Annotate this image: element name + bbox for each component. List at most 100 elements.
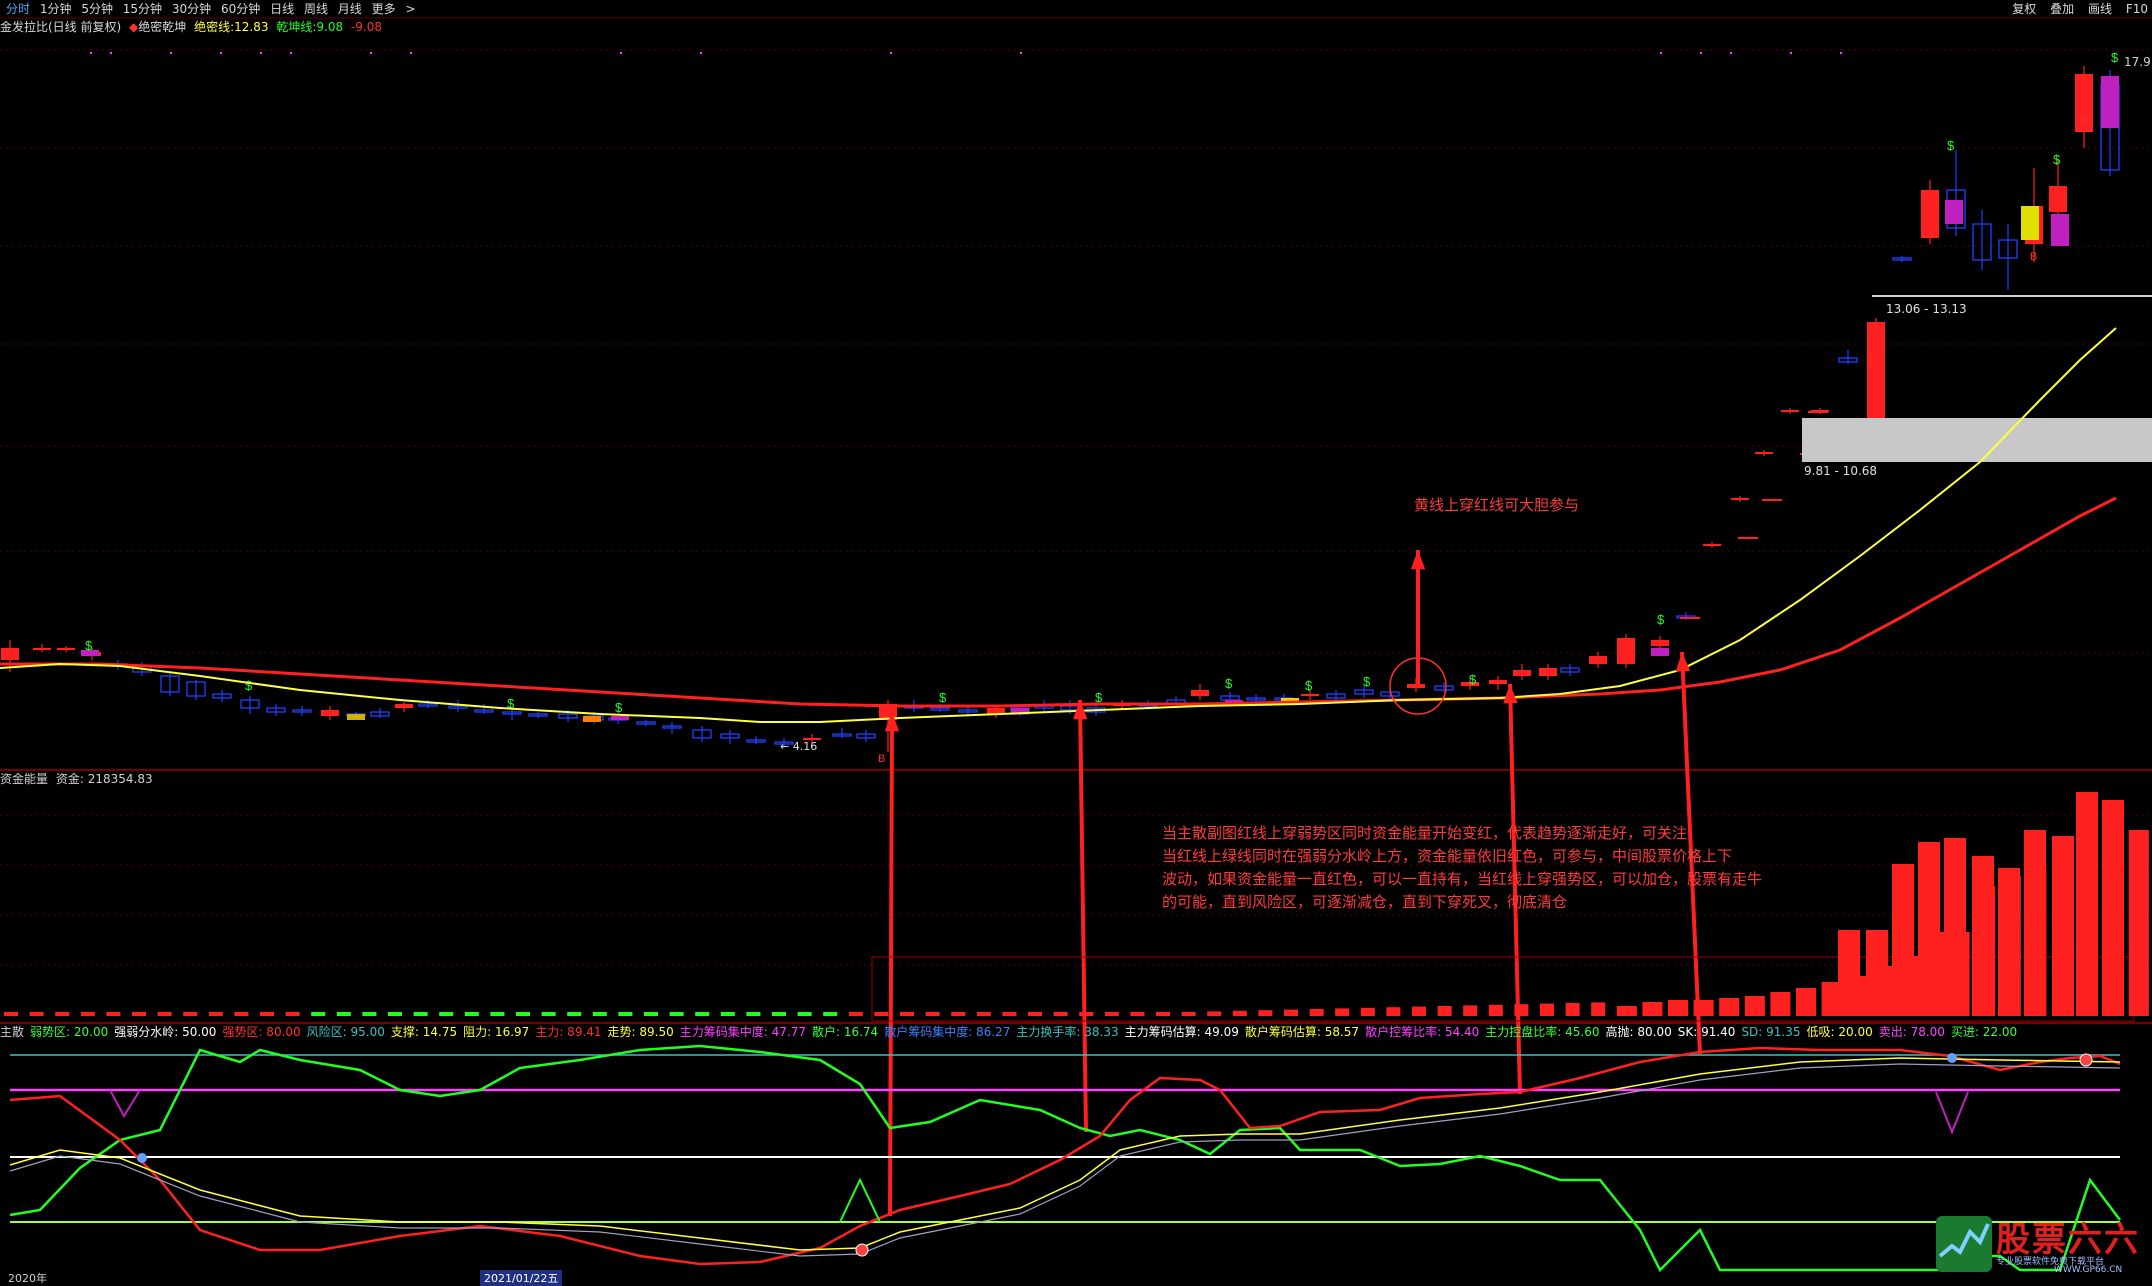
- buy-signal-marker: B: [2080, 115, 2087, 127]
- magenta-signal: [109, 1089, 141, 1119]
- buy-signal-marker: B: [2030, 251, 2037, 263]
- marker-dot: [90, 52, 92, 54]
- fund-bar: [772, 1012, 786, 1016]
- sell-signal-marker: $: [1225, 676, 1233, 691]
- annotation-line: 当红线上绿线同时在强弱分水岭上方，资金能量依旧红色，可参与，中间股票价格上下: [1162, 847, 1733, 865]
- arrowhead-icon: [1503, 684, 1518, 704]
- fund-bar: [1591, 1002, 1606, 1016]
- fund-bar: [464, 1012, 479, 1016]
- highlight-candle: [583, 716, 601, 722]
- fund-bar: [1796, 988, 1816, 1016]
- fund-bar: [1412, 1006, 1426, 1016]
- signal-dot-icon: [1947, 1053, 1957, 1063]
- fund-bar: [951, 1012, 966, 1016]
- annotation-arrow: [888, 711, 894, 1217]
- annotation-line: 当主散副图红线上穿弱势区同时资金能量开始变红，代表趋势逐渐走好，可关注: [1162, 824, 1688, 842]
- candle-body: [33, 648, 51, 650]
- fund-bar: [1565, 1003, 1580, 1016]
- indicator-values-row: 主散 弱势区: 20.00 强弱分水岭: 50.00 强势区: 80.00 风险区: 9…: [0, 1024, 2023, 1040]
- fund-bar: [1540, 1003, 1554, 1016]
- indicator-value: SD: 91.35: [1741, 1025, 1801, 1039]
- date-label-cursor: 2021/01/22五: [480, 1270, 563, 1286]
- indicator-value: 主力筹码集中度: 47.77: [679, 1025, 806, 1039]
- fund-bar: [132, 1012, 146, 1016]
- fund-bar: [669, 1012, 684, 1016]
- indicator-value: 主力控盘比率: 45.60: [1485, 1025, 1600, 1039]
- indicator-value: 主散: [0, 1025, 25, 1039]
- fund-title: 资金能量: [0, 772, 49, 786]
- candle-body: [1, 648, 19, 660]
- fund-bar: [234, 1012, 249, 1016]
- fund-bar: [362, 1012, 377, 1016]
- marker-dot: [110, 52, 112, 54]
- indicator-value: 散户控筹比率: 54.40: [1365, 1025, 1480, 1039]
- arrowhead-icon: [1410, 550, 1426, 570]
- candle-body: [321, 710, 339, 716]
- fund-bar: [208, 1012, 223, 1016]
- fund-bar: [311, 1012, 326, 1016]
- kline-chart-canvas[interactable]: $$$ $$ $$ $ $ $$$$$BBB: [0, 0, 2152, 1283]
- fund-bar-tall: [1972, 856, 1994, 1016]
- marker-dot: [220, 52, 222, 54]
- candle-body: [1731, 498, 1749, 500]
- indicator-value: 高抛: 80.00: [1605, 1025, 1672, 1039]
- indicator-value: 支撑: 14.75: [390, 1025, 458, 1039]
- fund-bar: [1104, 1012, 1119, 1016]
- fund-bar-tall: [1892, 864, 1914, 1016]
- candle-body: [2049, 186, 2067, 212]
- arrowhead-icon: [1675, 652, 1691, 672]
- annotation-paragraph: 当主散副图红线上穿弱势区同时资金能量开始变红，代表趋势逐渐走好，可关注 当红线上…: [1162, 822, 1812, 914]
- sell-signal-marker: $: [1305, 678, 1313, 693]
- fund-bar: [644, 1012, 658, 1016]
- fund-bar-tall: [1838, 930, 1860, 1016]
- fund-bar: [874, 1012, 889, 1016]
- fund-bar-tall: [2052, 836, 2074, 1016]
- fund-bar: [183, 1012, 198, 1016]
- fund-bar: [490, 1012, 505, 1016]
- sell-signal-marker: $: [2111, 50, 2119, 65]
- green-signal: [839, 1177, 881, 1223]
- indicator-value: 风险区: 95.00: [306, 1025, 385, 1039]
- candle-body: [1781, 410, 1799, 412]
- logo-url: WWW.GP66.CN: [2054, 1265, 2123, 1275]
- buy-signal-marker: B: [878, 753, 885, 765]
- marker-dot: [1840, 52, 1842, 54]
- marker-dot: [1700, 52, 1702, 54]
- candle-body: [1617, 638, 1635, 664]
- fund-bar: [976, 1012, 991, 1016]
- marker-dot: [1660, 52, 1662, 54]
- fund-energy-header: 资金能量 资金: 218354.83: [0, 771, 153, 787]
- marker-dot: [260, 52, 262, 54]
- fund-bar: [157, 1012, 172, 1016]
- sell-signal-marker: $: [1363, 674, 1371, 689]
- candle-body: [1651, 640, 1669, 646]
- sell-dot-icon: [2079, 1053, 2093, 1067]
- indicator-value: 买进: 22.00: [1950, 1025, 2018, 1039]
- fund-bar: [720, 1012, 735, 1016]
- gray-trend-line: [9, 1063, 2121, 1257]
- fund-bar-tall: [1998, 868, 2020, 1016]
- highlight-candle: [347, 714, 365, 720]
- fund-bar: [823, 1012, 838, 1016]
- sell-signal-marker: $: [245, 678, 253, 693]
- fund-bar: [1386, 1007, 1401, 1016]
- fund-bar: [285, 1012, 300, 1016]
- fund-bar: [900, 1012, 914, 1016]
- candle-body: [57, 648, 75, 650]
- sell-signal-marker: $: [2053, 152, 2061, 167]
- marker-dot: [700, 52, 702, 54]
- magenta-signal: [1935, 1091, 1969, 1135]
- fund-bar-tall: [2076, 792, 2098, 1016]
- fund-bar: [413, 1012, 428, 1016]
- fund-bar: [567, 1012, 582, 1016]
- annotation-arrow: [1078, 699, 1088, 1133]
- low-price-label: ← 4.16: [780, 740, 818, 753]
- candle-body: [1921, 190, 1939, 238]
- candle-body: [1489, 680, 1507, 684]
- fund-bar: [746, 1012, 761, 1016]
- fund-bar-tall: [1866, 930, 1888, 1016]
- marker-dot: [890, 52, 892, 54]
- fund-bar-tall: [2024, 830, 2046, 1016]
- highlight-candle: [2101, 76, 2119, 128]
- fund-bar: [336, 1012, 351, 1016]
